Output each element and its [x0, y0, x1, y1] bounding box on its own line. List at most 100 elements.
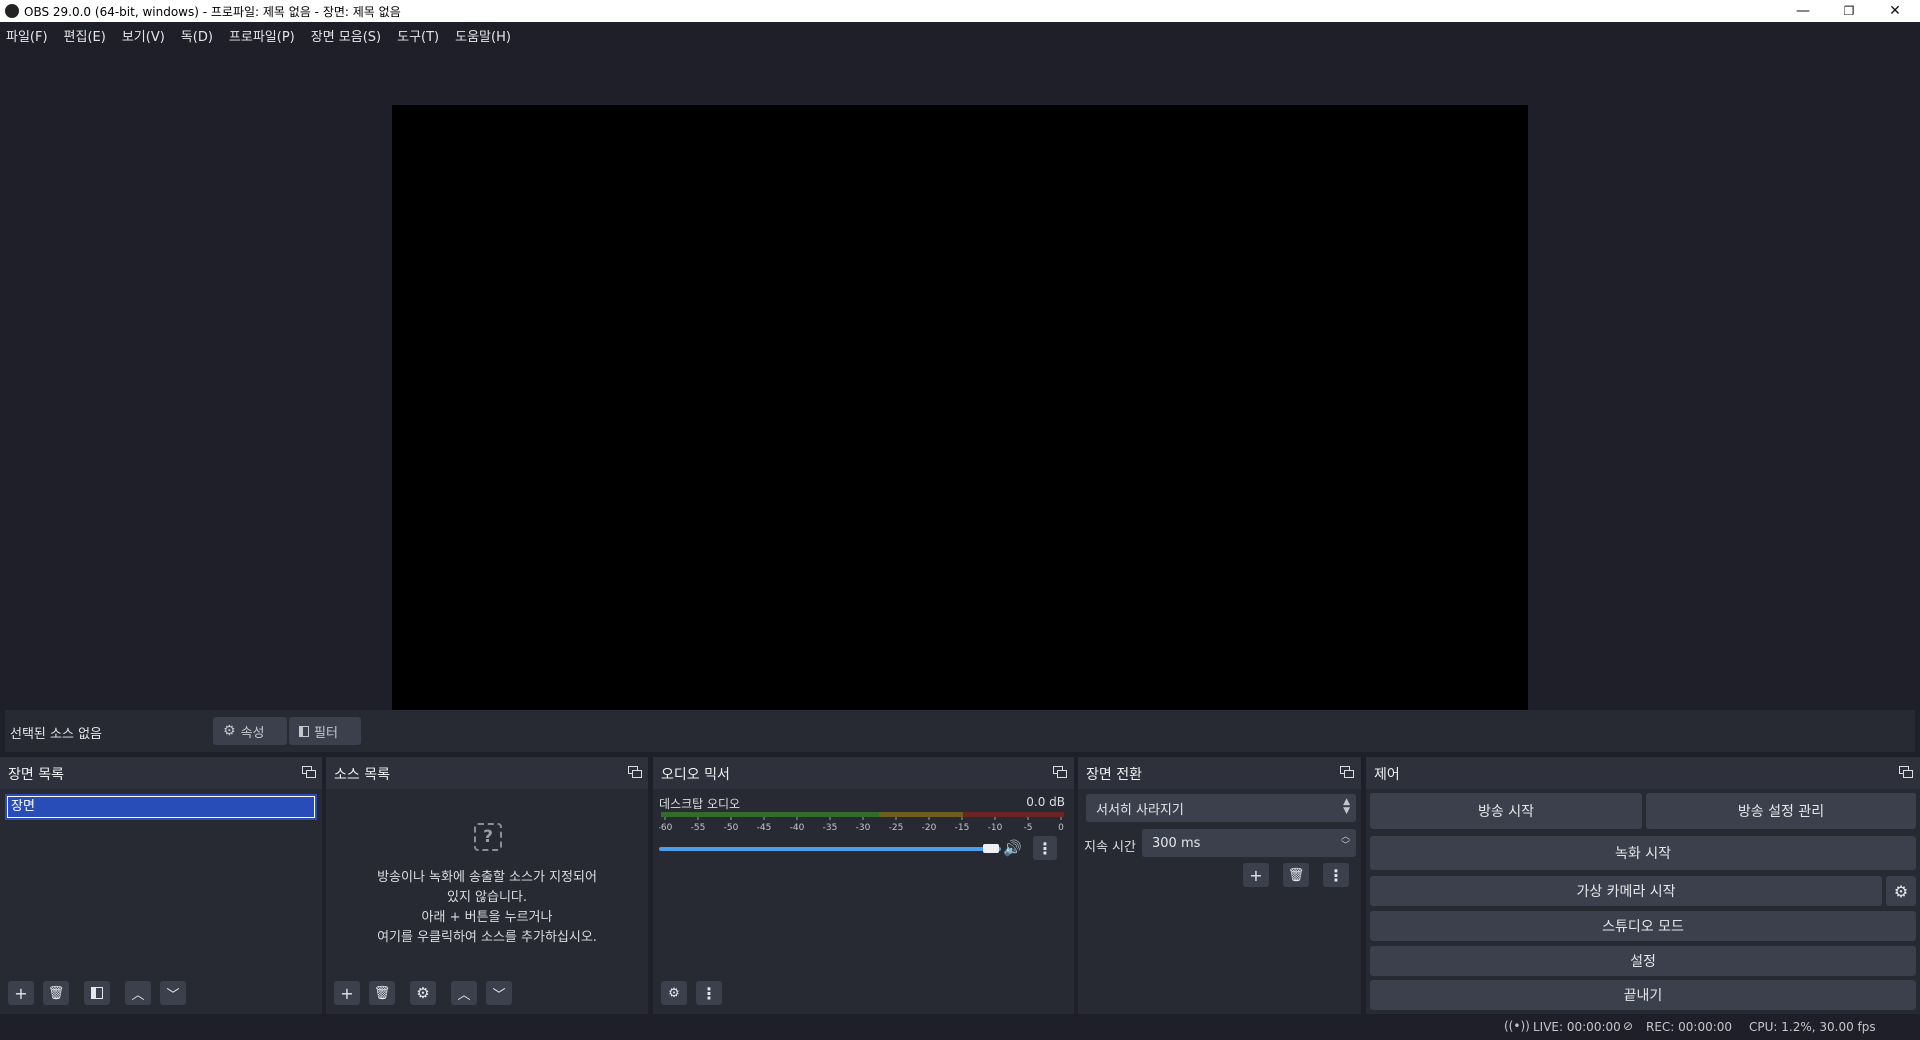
status-bar: ((•)) LIVE: 00:00:00 ⊘ REC: 00:00:00 CPU…	[0, 1014, 1920, 1040]
menu-edit[interactable]: 편집(E)	[64, 26, 106, 45]
trash-icon: 🗑	[1287, 867, 1305, 883]
speaker-icon[interactable]: 🔊	[1003, 839, 1022, 857]
duration-label: 지속 시간	[1084, 840, 1136, 855]
volume-slider[interactable]	[659, 847, 1001, 851]
sources-header: 소스 목록	[326, 757, 648, 789]
duration-input[interactable]: 300 ms ︿ ﹀	[1142, 829, 1356, 857]
audio-menu-button[interactable]: ⋮	[1033, 836, 1057, 860]
filters-button[interactable]: 필터	[289, 717, 361, 745]
mixer-title: 오디오 믹서	[661, 767, 730, 783]
scenes-header: 장면 목록	[0, 757, 322, 789]
studio-mode-button[interactable]: 스튜디오 모드	[1370, 911, 1916, 941]
transition-select[interactable]: 서서히 사라지기 ▲ ▼	[1086, 794, 1356, 822]
source-properties-button[interactable]: ⚙	[410, 981, 436, 1005]
empty-line: 있지 않습니다.	[446, 890, 528, 905]
kebab-menu-icon: ⋮	[1037, 838, 1053, 858]
move-scene-down-button[interactable]: ﹀	[160, 981, 186, 1005]
trash-icon: 🗑	[373, 985, 391, 1001]
filter-icon	[91, 987, 103, 999]
properties-label: 속성	[240, 725, 265, 741]
start-recording-button[interactable]: 녹화 시작	[1370, 836, 1916, 870]
manage-broadcast-button[interactable]: 방송 설정 관리	[1646, 793, 1916, 829]
empty-line: 아래 + 버튼을 누르거나	[421, 910, 553, 925]
kebab-menu-icon: ⋮	[1328, 865, 1344, 885]
move-source-up-button[interactable]: ︿	[451, 981, 477, 1005]
no-source-label: 선택된 소스 없음	[10, 727, 102, 742]
remove-transition-button[interactable]: 🗑	[1283, 863, 1309, 887]
rec-timer: REC: 00:00:00	[1646, 1020, 1733, 1034]
kebab-menu-icon: ⋮	[701, 983, 717, 1003]
undock-icon[interactable]	[628, 766, 642, 778]
settings-button[interactable]: 설정	[1370, 946, 1916, 976]
chevron-down-icon: ﹀	[492, 987, 506, 1003]
menu-file[interactable]: 파일(F)	[6, 26, 48, 45]
meter-tick-label: -40	[790, 823, 805, 833]
audio-mixer-dock: 오디오 믹서 데스크탑 오디오 0.0 dB -60 -55 -50 -45 -40 -3…	[653, 757, 1074, 1014]
gears-icon: ⚙	[668, 985, 680, 1001]
question-mark-icon: ?	[474, 823, 502, 851]
mixer-menu-button[interactable]: ⋮	[696, 981, 722, 1005]
plus-icon: +	[14, 983, 28, 1003]
virtual-camera-settings-button[interactable]: ⚙	[1886, 876, 1916, 906]
add-transition-button[interactable]: +	[1243, 863, 1269, 887]
sources-dock: 소스 목록 ? 방송이나 녹화에 송출할 소스가 지정되어 있지 않습니다. 아…	[326, 757, 648, 1014]
menu-bar: 파일(F) 편집(E) 보기(V) 독(D) 프로파일(P) 장면 모음(S) …	[0, 22, 1920, 48]
scene-filters-button[interactable]	[84, 981, 110, 1005]
meter-tick-label: -50	[724, 823, 739, 833]
transition-properties-button[interactable]: ⋮	[1323, 863, 1349, 887]
undock-icon[interactable]	[1899, 766, 1913, 778]
meter-tick-label: -15	[955, 823, 970, 833]
updown-arrows-icon: ▲ ▼	[1343, 797, 1350, 816]
volume-slider-handle[interactable]	[983, 844, 999, 853]
duration-value: 300 ms	[1152, 835, 1201, 851]
undock-icon[interactable]	[1053, 766, 1067, 778]
meter-scale: -60 -55 -50 -45 -40 -35 -30 -25 -20 -15 -10 -5 0	[659, 817, 1064, 833]
menu-profile[interactable]: 프로파일(P)	[229, 26, 295, 45]
move-scene-up-button[interactable]: ︿	[125, 981, 151, 1005]
add-scene-button[interactable]: +	[8, 981, 34, 1005]
remove-source-button[interactable]: 🗑	[369, 981, 395, 1005]
preview-canvas[interactable]	[392, 105, 1528, 744]
meter-tick-label: -60	[659, 823, 673, 833]
add-source-button[interactable]: +	[334, 981, 360, 1005]
audio-channel-name: 데스크탑 오디오	[659, 797, 741, 811]
menu-tools[interactable]: 도구(T)	[397, 26, 439, 45]
meter-tick-label: 0	[1058, 823, 1064, 833]
meter-tick-label: -5	[1024, 823, 1033, 833]
exit-button[interactable]: 끝내기	[1370, 980, 1916, 1010]
menu-view[interactable]: 보기(V)	[122, 26, 165, 45]
move-source-down-button[interactable]: ﹀	[486, 981, 512, 1005]
restore-button[interactable]: ❐	[1826, 0, 1872, 22]
scene-list-item[interactable]: 장면	[5, 794, 317, 820]
filters-label: 필터	[314, 725, 338, 741]
chevron-up-icon: ︿	[131, 987, 145, 1003]
title-bar: OBS 29.0.0 (64-bit, windows) - 프로파일: 제목 …	[0, 0, 1920, 22]
remove-scene-button[interactable]: 🗑	[43, 981, 69, 1005]
advanced-audio-button[interactable]: ⚙	[661, 981, 687, 1005]
close-button[interactable]: ✕	[1872, 0, 1918, 22]
meter-tick-label: -25	[889, 823, 904, 833]
undock-icon[interactable]	[302, 766, 316, 778]
transitions-dock: 장면 전환 서서히 사라지기 ▲ ▼ 지속 시간 300 ms ︿ ﹀ + 🗑 ⋮	[1078, 757, 1361, 1014]
live-timer: LIVE: 00:00:00	[1533, 1020, 1621, 1034]
controls-header: 제어	[1366, 757, 1920, 789]
menu-scene-collection[interactable]: 장면 모음(S)	[311, 26, 381, 45]
context-bar: 선택된 소스 없음 ⚙ 속성 필터	[5, 710, 1915, 752]
menu-docks[interactable]: 독(D)	[181, 26, 213, 45]
start-streaming-button[interactable]: 방송 시작	[1370, 793, 1642, 829]
preview-area[interactable]	[0, 48, 1920, 744]
start-virtual-camera-button[interactable]: 가상 카메라 시작	[1370, 876, 1882, 906]
empty-line: 방송이나 녹화에 송출할 소스가 지정되어	[377, 870, 597, 885]
meter-tick-label: -30	[856, 823, 871, 833]
sources-empty-message[interactable]: 방송이나 녹화에 송출할 소스가 지정되어 있지 않습니다. 아래 + 버튼을 …	[326, 868, 648, 948]
trash-icon: 🗑	[47, 985, 65, 1001]
undock-icon[interactable]	[1340, 766, 1354, 778]
record-icon: ⊘	[1623, 1019, 1634, 1033]
controls-title: 제어	[1374, 767, 1400, 783]
properties-button[interactable]: ⚙ 속성	[213, 717, 287, 745]
scenes-title: 장면 목록	[8, 767, 64, 783]
spinner-arrows-icon: ︿ ﹀	[1340, 832, 1350, 851]
minimize-button[interactable]: —	[1780, 0, 1826, 22]
menu-help[interactable]: 도움말(H)	[455, 26, 511, 45]
gear-icon: ⚙	[1893, 881, 1909, 901]
